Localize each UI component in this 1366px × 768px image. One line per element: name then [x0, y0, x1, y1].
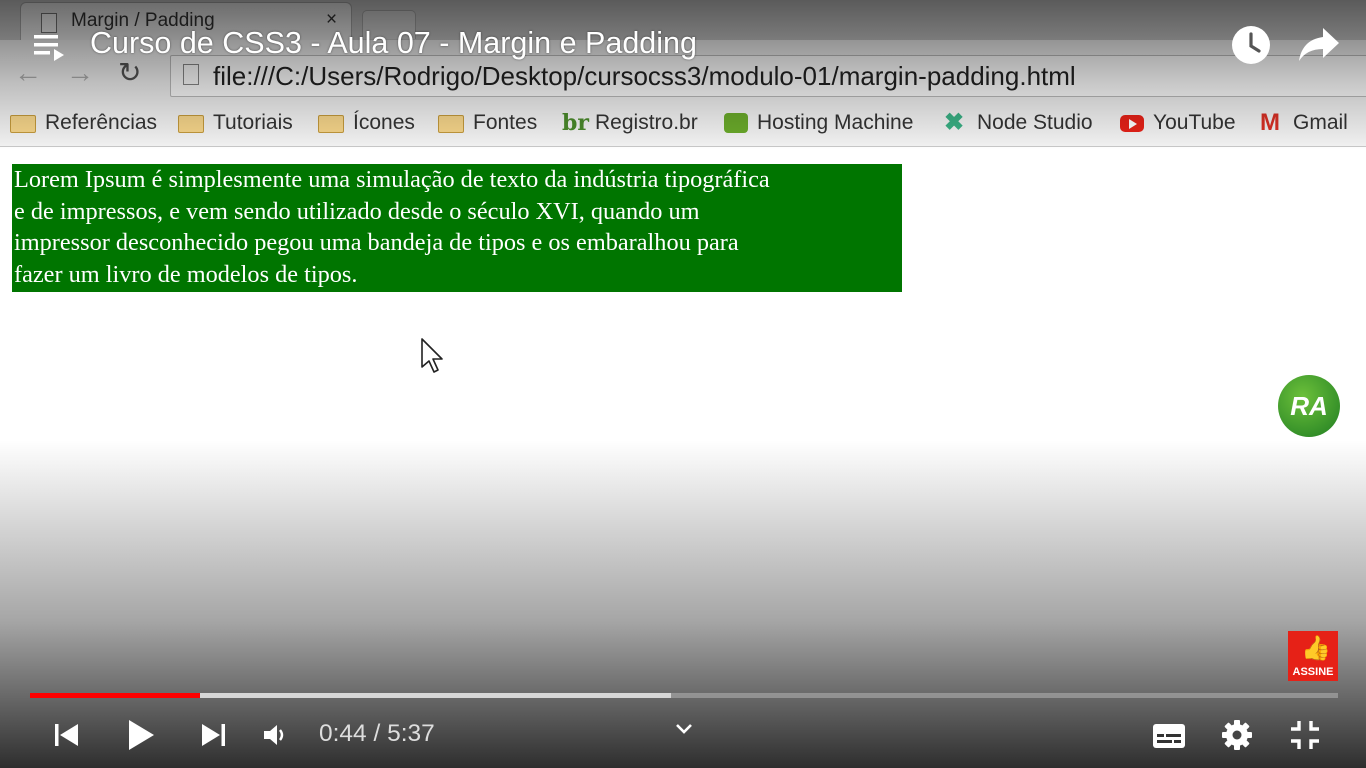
forward-arrow-icon: →	[66, 57, 94, 88]
play-button[interactable]	[124, 717, 158, 753]
lorem-line: fazer um livro de modelos de tipos.	[14, 261, 358, 289]
bookmark-label: Gmail	[1293, 111, 1348, 134]
time-display: 0:44 / 5:37	[319, 720, 435, 748]
bookmark-fontes: Fontes	[438, 106, 537, 140]
bookmark-label: Referências	[45, 111, 158, 134]
lorem-line: impressor desconhecido pegou uma bandeja…	[14, 229, 739, 257]
video-frame[interactable]: Margin / Padding × ← → ↻ file:///C:/User…	[0, 0, 1366, 768]
playlist-icon[interactable]	[30, 28, 70, 64]
lorem-line: Lorem Ipsum é simplesmente uma simulação…	[14, 166, 770, 193]
youtube-icon	[1120, 115, 1144, 132]
bookmark-label: Node Studio	[977, 111, 1093, 134]
gear-icon[interactable]	[1220, 718, 1254, 752]
hosting-machine-icon	[724, 113, 748, 133]
folder-icon	[10, 115, 36, 133]
next-button[interactable]	[198, 720, 228, 750]
bookmark-youtube: YouTube	[1120, 106, 1236, 140]
chevron-down-icon[interactable]	[674, 721, 694, 737]
subscribe-label: ASSINE	[1292, 666, 1334, 678]
progress-played	[30, 693, 201, 698]
bookmark-gmail: M Gmail	[1260, 106, 1348, 140]
current-time: 0:44	[319, 720, 367, 747]
bookmark-registro-br: br Registro.br	[562, 106, 698, 140]
volume-icon[interactable]	[261, 721, 289, 749]
bookmark-hosting-machine: Hosting Machine	[724, 106, 913, 140]
subtitles-icon[interactable]	[1152, 722, 1186, 750]
bookmark-label: Tutoriais	[213, 111, 293, 134]
address-url: file:///C:/Users/Rodrigo/Desktop/cursocs…	[213, 61, 1076, 91]
file-icon	[183, 64, 199, 85]
folder-icon	[438, 115, 464, 133]
time-separator: /	[366, 720, 388, 747]
exit-fullscreen-icon[interactable]	[1288, 718, 1322, 752]
gmail-icon: M	[1260, 109, 1280, 136]
bookmark-label: Ícones	[353, 111, 415, 134]
bookmark-label: Hosting Machine	[757, 111, 914, 134]
lorem-paragraph-box: Lorem Ipsum é simplesmente uma simulação…	[12, 164, 902, 292]
clock-icon[interactable]	[1230, 24, 1272, 66]
share-icon[interactable]	[1297, 26, 1341, 64]
lorem-line: e de impressos, e vem sendo utilizado de…	[14, 197, 700, 225]
channel-avatar[interactable]: RA	[1278, 375, 1340, 437]
duration: 5:37	[387, 720, 435, 747]
bookmark-tutoriais: Tutoriais	[178, 106, 293, 140]
folder-icon	[318, 115, 344, 133]
bookmark-label: Registro.br	[595, 111, 698, 134]
subscribe-badge[interactable]: 👍 ASSINE	[1288, 631, 1338, 681]
mouse-cursor-icon	[421, 338, 443, 373]
folder-icon	[178, 115, 204, 133]
video-title[interactable]: Curso de CSS3 - Aula 07 - Margin e Paddi…	[90, 26, 697, 61]
progress-bar[interactable]	[30, 693, 1338, 698]
bookmark-node-studio: ✖ Node Studio	[944, 106, 1093, 140]
bookmark-label: YouTube	[1153, 111, 1236, 134]
bookmark-label: Fontes	[473, 111, 538, 134]
bookmark-icones: Ícones	[318, 106, 415, 140]
address-bar: file:///C:/Users/Rodrigo/Desktop/cursocs…	[170, 55, 1366, 97]
thumbs-up-icon: 👍	[1301, 635, 1331, 662]
node-studio-icon: ✖	[944, 109, 965, 136]
registro-br-icon: br	[562, 110, 589, 136]
bookmark-referencias: Referências	[10, 106, 157, 140]
bottom-shade	[0, 440, 1366, 768]
previous-button[interactable]	[52, 720, 82, 750]
